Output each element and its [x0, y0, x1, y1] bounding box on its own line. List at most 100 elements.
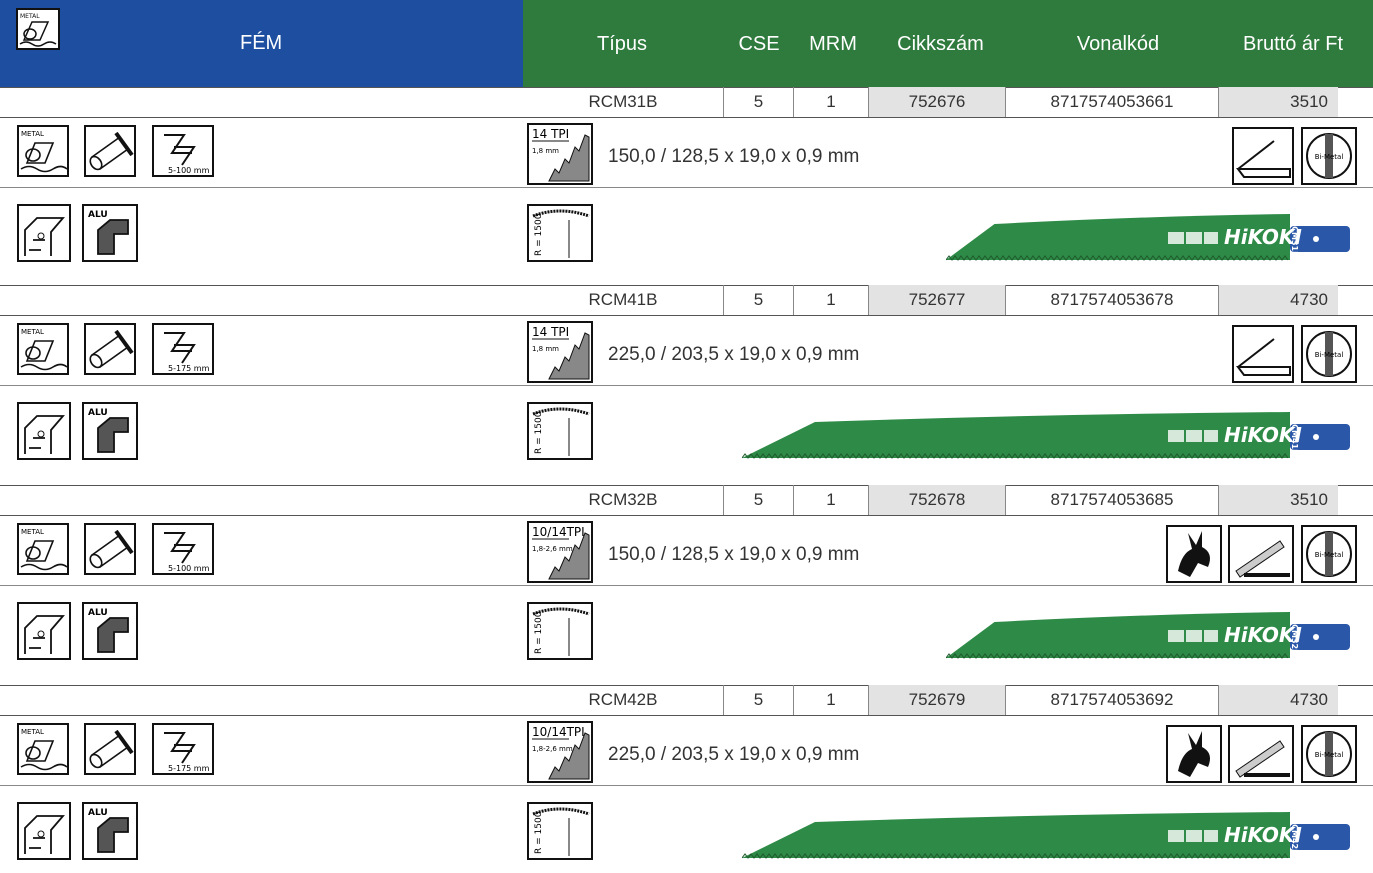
dimensions-text: 225,0 / 203,5 x 19,0 x 0,9 mm: [608, 344, 860, 365]
row-divider: [0, 585, 1373, 586]
cell-cse: 5: [723, 485, 793, 515]
svg-text:R = 1500: R = 1500: [534, 213, 544, 256]
pipe-icon: [84, 125, 136, 177]
alu-profile-icon: ALU: [82, 402, 138, 460]
saw-blade-image: HiKOKI RCM41B: [741, 410, 1350, 460]
fine-cut-icon: [1228, 525, 1294, 583]
svg-text:R = 1500: R = 1500: [534, 411, 544, 454]
fast-cut-rabbit-icon: [1166, 725, 1222, 783]
straight-cut-icon: [1232, 127, 1294, 185]
svg-text:10/14TPI: 10/14TPI: [532, 525, 585, 539]
cell-barcode: 8717574053692: [1005, 685, 1218, 715]
col-header-cse: CSE: [738, 32, 780, 55]
pipe-icon: [84, 523, 136, 575]
cell-code: 752676: [868, 87, 1005, 117]
tpi-icon: 10/14TPI 1,8-2,6 mm: [527, 521, 593, 583]
cell-price: 3510: [1218, 87, 1338, 117]
col-header-type: Típus: [596, 32, 648, 55]
svg-text:RCM41B: RCM41B: [1290, 418, 1299, 455]
cell-type: RCM41B: [588, 290, 658, 309]
fast-cut-rabbit-icon: [1166, 525, 1222, 583]
radius-icon: R = 1500: [527, 204, 593, 262]
profile-range-icon: 5-100 mm: [152, 523, 214, 575]
svg-text:R = 1500: R = 1500: [534, 611, 544, 654]
metal-application-icon: METAL: [17, 125, 69, 177]
sheet-profile-icon: [17, 802, 71, 860]
svg-text:RCM42B: RCM42B: [1290, 818, 1299, 855]
radius-icon: R = 1500: [527, 402, 593, 460]
straight-cut-icon: [1232, 325, 1294, 383]
col-header-code: Cikkszám: [897, 32, 984, 55]
sheet-profile-icon: [17, 402, 71, 460]
svg-text:METAL: METAL: [21, 130, 44, 138]
svg-text:1,8 mm: 1,8 mm: [532, 147, 559, 155]
cell-code: 752679: [868, 685, 1005, 715]
metal-application-icon: METAL: [17, 723, 69, 775]
sheet-profile-icon: [17, 602, 71, 660]
svg-text:1,8-2,6 mm: 1,8-2,6 mm: [532, 745, 573, 753]
cell-price: 4730: [1218, 285, 1338, 315]
cell-code: 752677: [868, 285, 1005, 315]
col-header-barcode: Vonalkód: [1076, 32, 1160, 55]
profile-range-icon: 5-175 mm: [152, 723, 214, 775]
alu-profile-icon: ALU: [82, 204, 138, 262]
sheet-profile-icon: [17, 204, 71, 262]
metal-logo-text: METAL: [20, 13, 40, 20]
svg-text:5-175 mm: 5-175 mm: [168, 764, 210, 773]
svg-text:ALU: ALU: [88, 808, 108, 818]
metal-application-icon: METAL: [17, 523, 69, 575]
row-divider: [0, 715, 1373, 716]
dimensions-text: 150,0 / 128,5 x 19,0 x 0,9 mm: [608, 146, 860, 167]
cell-mrm: 1: [793, 485, 868, 515]
svg-text:METAL: METAL: [21, 528, 44, 536]
dimensions-text: 150,0 / 128,5 x 19,0 x 0,9 mm: [608, 544, 860, 565]
row-divider: [0, 785, 1373, 786]
alu-profile-icon: ALU: [82, 602, 138, 660]
metal-application-icon: METAL: [17, 323, 69, 375]
radius-icon: R = 1500: [527, 602, 593, 660]
cell-price: 3510: [1218, 485, 1338, 515]
cell-barcode: 8717574053678: [1005, 285, 1218, 315]
cell-mrm: 1: [793, 87, 868, 117]
svg-text:METAL: METAL: [21, 728, 44, 736]
dimensions-text: 225,0 / 203,5 x 19,0 x 0,9 mm: [608, 744, 860, 765]
row-divider: [0, 515, 1373, 516]
cell-code: 752678: [868, 485, 1005, 515]
pipe-icon: [84, 323, 136, 375]
svg-text:R = 1500: R = 1500: [534, 811, 544, 854]
svg-text:14 TPI: 14 TPI: [532, 325, 569, 339]
row-divider: [0, 315, 1373, 316]
svg-text:ALU: ALU: [88, 210, 108, 220]
svg-text:1,8-2,6 mm: 1,8-2,6 mm: [532, 545, 573, 553]
category-title: FÉM: [240, 32, 283, 54]
svg-text:Bi-Metal: Bi-Metal: [1315, 153, 1344, 161]
radius-icon: R = 1500: [527, 802, 593, 860]
cell-type: RCM32B: [588, 490, 658, 509]
bimetal-icon: Bi-Metal: [1301, 725, 1357, 783]
tpi-icon: 14 TPI 1,8 mm: [527, 123, 593, 185]
svg-text:ALU: ALU: [88, 608, 108, 618]
cell-cse: 5: [723, 87, 793, 117]
saw-blade-image: HiKOKI RCM32B: [945, 610, 1350, 660]
svg-text:RCM31B: RCM31B: [1290, 220, 1299, 257]
bimetal-icon: Bi-Metal: [1301, 325, 1357, 383]
saw-blade-image: HiKOKI RCM31B: [945, 212, 1350, 262]
cell-type: RCM42B: [588, 690, 658, 709]
pipe-icon: [84, 723, 136, 775]
svg-text:Bi-Metal: Bi-Metal: [1315, 551, 1344, 559]
fine-cut-icon: [1228, 725, 1294, 783]
cell-cse: 5: [723, 285, 793, 315]
bimetal-icon: Bi-Metal: [1301, 525, 1357, 583]
cell-barcode: 8717574053661: [1005, 87, 1218, 117]
svg-text:5-100 mm: 5-100 mm: [168, 166, 210, 175]
cell-barcode: 8717574053685: [1005, 485, 1218, 515]
svg-text:Bi-Metal: Bi-Metal: [1315, 351, 1344, 359]
svg-text:1,8 mm: 1,8 mm: [532, 345, 559, 353]
svg-text:10/14TPI: 10/14TPI: [532, 725, 585, 739]
header-columns-bar: Típus CSE MRM Cikkszám Vonalkód Bruttó á…: [523, 0, 1373, 87]
svg-text:Bi-Metal: Bi-Metal: [1315, 751, 1344, 759]
bimetal-icon: Bi-Metal: [1301, 127, 1357, 185]
profile-range-icon: 5-100 mm: [152, 125, 214, 177]
saw-blade-image: HiKOKI RCM42B: [741, 810, 1350, 860]
alu-profile-icon: ALU: [82, 802, 138, 860]
